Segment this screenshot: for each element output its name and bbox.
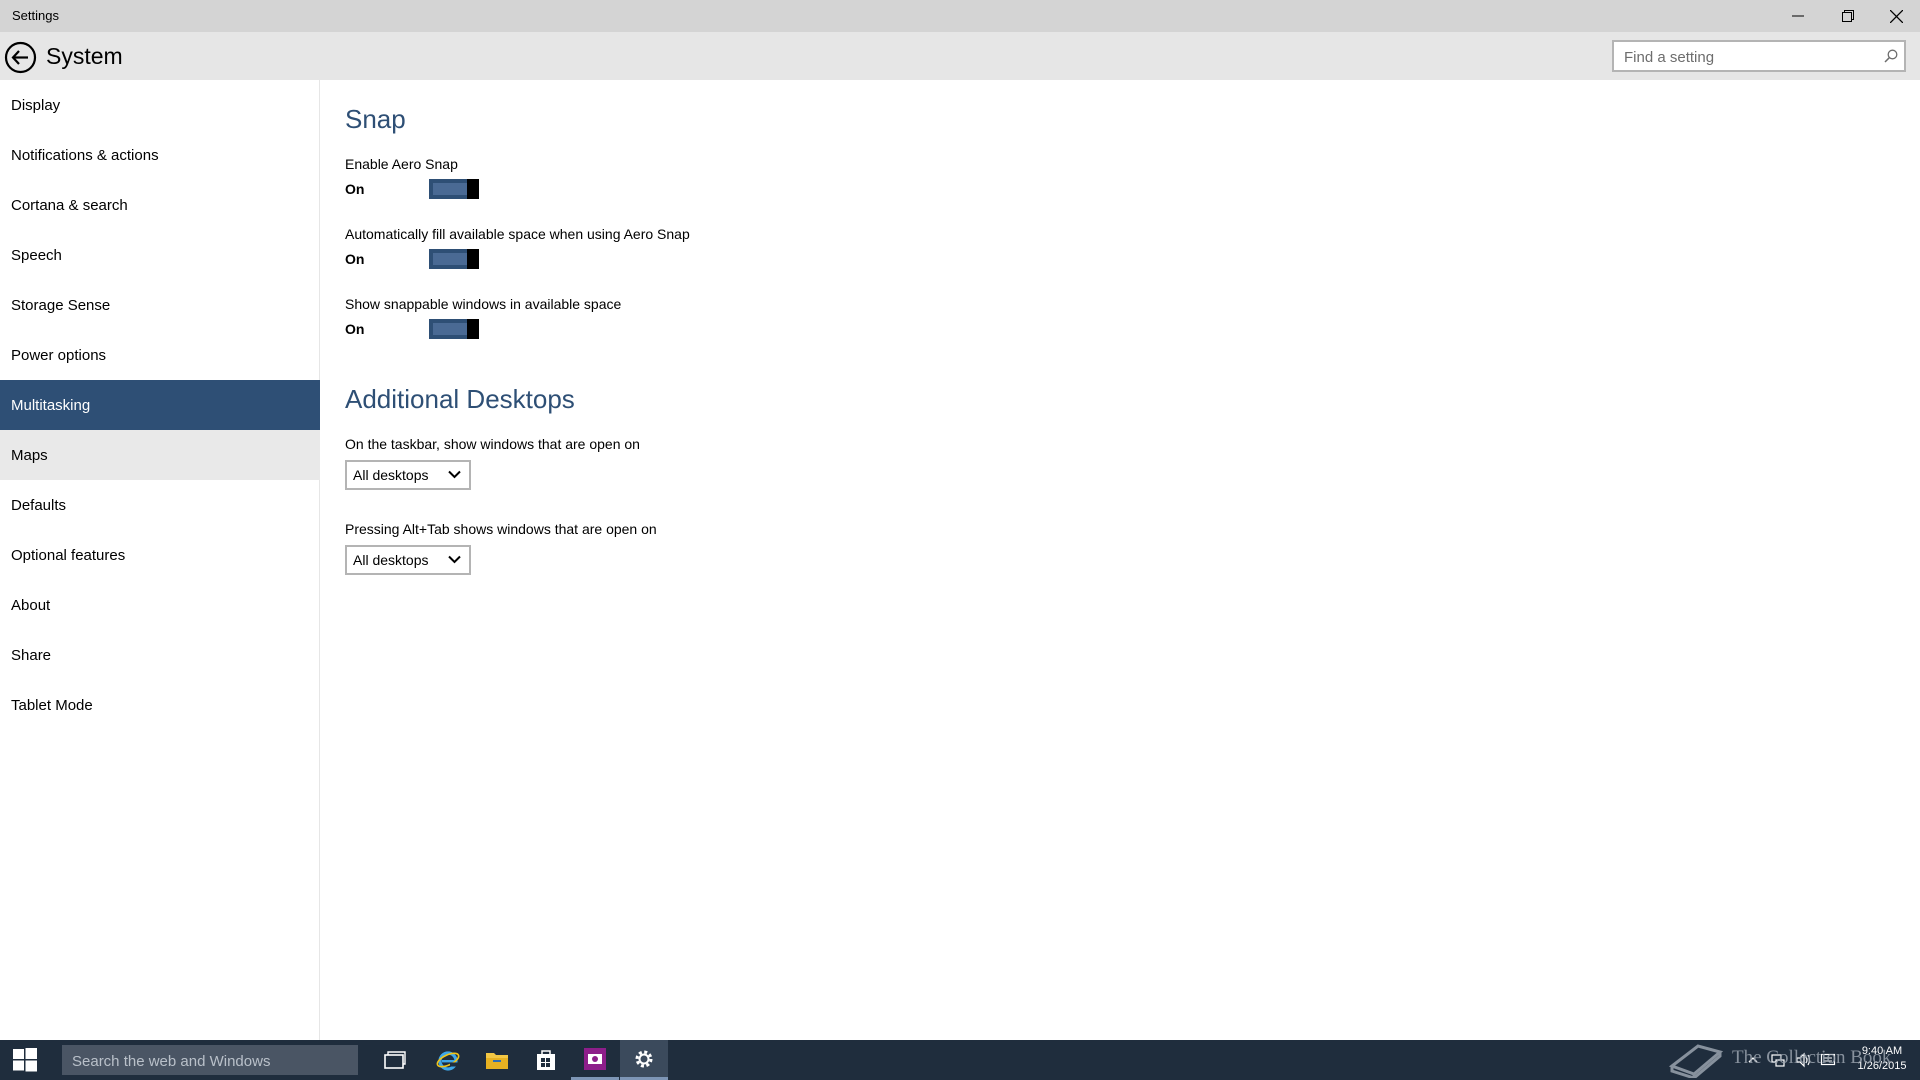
sidebar-item-tablet-mode[interactable]: Tablet Mode: [0, 680, 320, 730]
file-explorer-button[interactable]: [473, 1040, 521, 1080]
watermark-text: The Collection Book: [1732, 1047, 1892, 1068]
restore-icon: [1842, 10, 1854, 22]
sidebar-item-cortana[interactable]: Cortana & search: [0, 180, 320, 230]
sidebar-item-label: Maps: [11, 446, 48, 464]
sidebar-item-optional-features[interactable]: Optional features: [0, 530, 320, 580]
title-bar: Settings: [0, 0, 1920, 32]
taskbar: 9:40 AM 1/26/2015: [0, 1040, 1920, 1080]
back-button[interactable]: [4, 41, 37, 74]
settings-gear-icon: [635, 1050, 653, 1067]
header: System: [0, 32, 1920, 80]
sidebar-item-label: Speech: [11, 246, 62, 264]
internet-explorer-icon: [436, 1051, 460, 1071]
minimize-button[interactable]: [1774, 0, 1822, 32]
taskbar-windows-label: On the taskbar, show windows that are op…: [345, 436, 640, 452]
alt-tab-dropdown[interactable]: All desktops: [345, 545, 471, 575]
window-title: Settings: [12, 8, 59, 23]
search-icon[interactable]: [1884, 49, 1898, 63]
sidebar-item-label: Cortana & search: [11, 196, 128, 214]
task-view-button[interactable]: [371, 1040, 419, 1080]
sidebar-item-maps[interactable]: Maps: [0, 430, 320, 480]
auto-fill-space-state: On: [345, 251, 365, 267]
taskbar-windows-value: All desktops: [353, 467, 429, 483]
search-input[interactable]: [1622, 47, 1876, 67]
sidebar-item-label: Power options: [11, 346, 107, 364]
task-view-icon: [384, 1051, 406, 1069]
alt-tab-value: All desktops: [353, 552, 429, 568]
watermark: The Collection Book: [1668, 1036, 1891, 1080]
store-button[interactable]: [522, 1040, 570, 1080]
enable-aero-snap-label: Enable Aero Snap: [345, 156, 458, 172]
show-snappable-label: Show snappable windows in available spac…: [345, 296, 622, 312]
sidebar-item-notifications[interactable]: Notifications & actions: [0, 130, 320, 180]
sidebar-item-label: Defaults: [11, 496, 67, 514]
sidebar-item-label: Optional features: [11, 546, 126, 564]
page-title: System: [46, 43, 123, 69]
chevron-down-icon: [448, 470, 461, 479]
sidebar-item-display[interactable]: Display: [0, 80, 320, 130]
sidebar-item-label: Share: [11, 646, 52, 664]
sidebar-item-label: About: [11, 596, 51, 614]
sidebar: Display Notifications & actions Cortana …: [0, 80, 320, 1040]
sidebar-item-storage-sense[interactable]: Storage Sense: [0, 280, 320, 330]
sidebar-item-label: Display: [11, 96, 61, 114]
show-snappable-toggle[interactable]: [429, 319, 479, 339]
back-arrow-icon: [4, 41, 37, 74]
enable-aero-snap-toggle[interactable]: [429, 179, 479, 199]
taskbar-search-box[interactable]: [62, 1045, 358, 1075]
file-explorer-icon: [486, 1053, 508, 1069]
sidebar-item-label: Tablet Mode: [11, 696, 93, 714]
book-logo-icon: [1668, 1044, 1724, 1078]
taskbar-search-input[interactable]: [70, 1051, 344, 1071]
internet-explorer-button[interactable]: [424, 1040, 472, 1080]
sidebar-item-label: Notifications & actions: [11, 146, 159, 164]
media-app-icon: [584, 1047, 606, 1070]
minimize-icon: [1792, 15, 1804, 17]
sidebar-item-multitasking[interactable]: Multitasking: [0, 380, 320, 430]
additional-desktops-title: Additional Desktops: [345, 384, 575, 414]
auto-fill-space-label: Automatically fill available space when …: [345, 226, 690, 242]
sidebar-item-defaults[interactable]: Defaults: [0, 480, 320, 530]
auto-fill-space-toggle[interactable]: [429, 249, 479, 269]
sidebar-item-share[interactable]: Share: [0, 630, 320, 680]
chevron-down-icon: [448, 555, 461, 564]
close-icon: [1889, 9, 1903, 23]
sidebar-item-about[interactable]: About: [0, 580, 320, 630]
snap-section-title: Snap: [345, 104, 406, 134]
enable-aero-snap-state: On: [345, 181, 365, 197]
media-app-button[interactable]: [571, 1040, 619, 1080]
alt-tab-label: Pressing Alt+Tab shows windows that are …: [345, 521, 657, 537]
sidebar-item-speech[interactable]: Speech: [0, 230, 320, 280]
sidebar-item-label: Storage Sense: [11, 296, 111, 314]
windows-logo-icon: [13, 1048, 37, 1072]
store-icon: [537, 1050, 555, 1070]
sidebar-item-power-options[interactable]: Power options: [0, 330, 320, 380]
show-snappable-state: On: [345, 321, 365, 337]
start-button[interactable]: [0, 1040, 50, 1080]
find-setting-search[interactable]: [1612, 40, 1906, 72]
sidebar-item-label: Multitasking: [11, 396, 91, 414]
settings-app-button[interactable]: [620, 1040, 668, 1080]
taskbar-windows-dropdown[interactable]: All desktops: [345, 460, 471, 490]
close-button[interactable]: [1872, 0, 1920, 32]
restore-button[interactable]: [1824, 0, 1872, 32]
